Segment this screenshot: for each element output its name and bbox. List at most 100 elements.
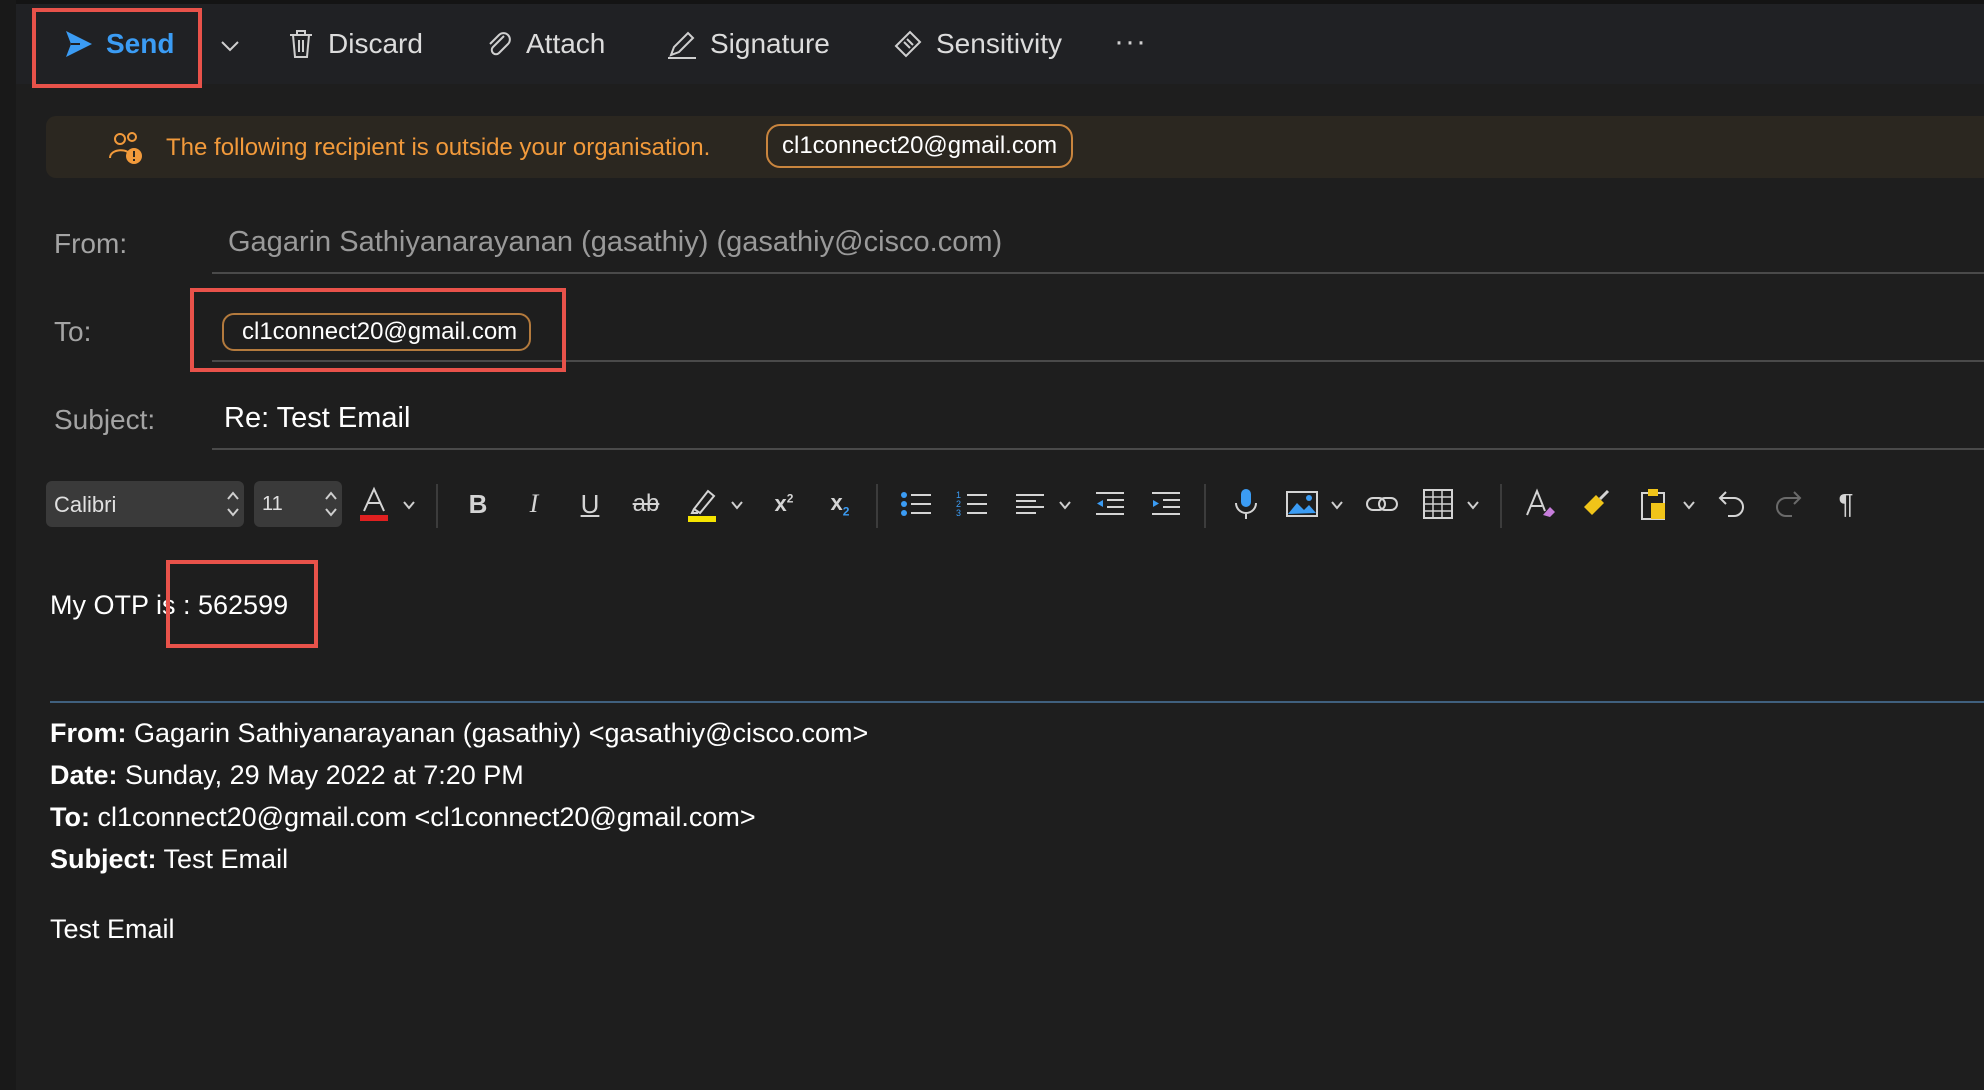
attach-button[interactable]: Attach bbox=[484, 16, 605, 72]
chevron-down-icon[interactable] bbox=[402, 498, 416, 512]
font-family-value: Calibri bbox=[54, 492, 117, 517]
italic-icon: I bbox=[529, 489, 539, 518]
external-recipient-banner: The following recipient is outside your … bbox=[46, 116, 1984, 178]
subject-field[interactable]: Re: Test Email bbox=[224, 402, 410, 435]
strikethrough-button[interactable]: ab bbox=[626, 484, 666, 524]
underline-icon: U bbox=[580, 488, 600, 519]
message-body-text[interactable]: My OTP is : 562599 bbox=[50, 590, 288, 621]
font-size-value: 11 bbox=[262, 493, 283, 515]
more-options-button[interactable]: ··· bbox=[1114, 14, 1147, 70]
dictate-button[interactable] bbox=[1226, 484, 1266, 524]
clipboard-icon bbox=[1641, 489, 1665, 520]
paintbrush-icon bbox=[1584, 489, 1610, 515]
left-gutter bbox=[0, 0, 16, 1090]
bullets-button[interactable] bbox=[896, 484, 936, 524]
toolbar-divider bbox=[1500, 484, 1502, 528]
send-label: Send bbox=[106, 28, 175, 59]
updown-chevron-icon bbox=[227, 491, 239, 517]
outdent-icon bbox=[1096, 492, 1124, 515]
quoted-to-line: To: cl1connect20@gmail.com <cl1connect20… bbox=[50, 802, 756, 833]
highlight-button[interactable] bbox=[682, 484, 722, 524]
from-label: From: bbox=[54, 228, 128, 259]
quoted-date-line: Date: Sunday, 29 May 2022 at 7:20 PM bbox=[50, 760, 524, 791]
chevron-down-icon[interactable] bbox=[730, 498, 744, 512]
quoted-from-label: From: bbox=[50, 718, 127, 748]
align-button[interactable] bbox=[1010, 484, 1050, 524]
discard-button[interactable]: Discard bbox=[286, 16, 423, 72]
chevron-down-icon[interactable] bbox=[1330, 498, 1344, 512]
send-button[interactable]: Send bbox=[64, 16, 174, 72]
indent-icon bbox=[1152, 492, 1180, 515]
clear-formatting-button[interactable] bbox=[1520, 484, 1560, 524]
sensitivity-tag-icon bbox=[894, 30, 922, 58]
link-icon bbox=[1366, 497, 1398, 511]
quoted-from-value: Gagarin Sathiyanarayanan (gasathiy) <gas… bbox=[126, 718, 869, 748]
send-icon bbox=[66, 31, 92, 57]
quoted-to-value: cl1connect20@gmail.com <cl1connect20@gma… bbox=[89, 802, 756, 832]
quoted-subject-label: Subject: bbox=[50, 844, 157, 874]
trash-icon bbox=[290, 30, 312, 58]
format-painter-button[interactable] bbox=[1576, 484, 1616, 524]
italic-button[interactable]: I bbox=[514, 484, 554, 524]
chevron-down-icon bbox=[221, 41, 239, 52]
font-family-select[interactable]: Calibri bbox=[46, 481, 244, 527]
font-color-icon bbox=[360, 486, 388, 521]
decrease-indent-button[interactable] bbox=[1090, 484, 1130, 524]
increase-indent-button[interactable] bbox=[1146, 484, 1186, 524]
subscript-button[interactable]: x2 bbox=[820, 484, 860, 524]
font-color-button[interactable] bbox=[354, 484, 394, 524]
quoted-subject-value: Test Email bbox=[156, 844, 289, 874]
insert-link-button[interactable] bbox=[1362, 484, 1402, 524]
toolbar-divider bbox=[436, 484, 438, 528]
underline-button[interactable]: U bbox=[570, 484, 610, 524]
superscript-button[interactable]: x2 bbox=[764, 484, 804, 524]
more-icon: ··· bbox=[1114, 25, 1147, 58]
paste-button[interactable] bbox=[1634, 484, 1674, 524]
clear-formatting-icon bbox=[1526, 488, 1555, 517]
external-people-warning-icon bbox=[108, 130, 144, 171]
from-underline bbox=[212, 272, 1984, 274]
pen-icon bbox=[668, 31, 696, 59]
sensitivity-button[interactable]: Sensitivity bbox=[892, 16, 1062, 72]
toolbar-divider bbox=[876, 484, 878, 528]
to-underline bbox=[212, 360, 1984, 362]
subject-underline bbox=[212, 448, 1984, 450]
banner-message: The following recipient is outside your … bbox=[166, 134, 711, 161]
highlighter-icon bbox=[688, 489, 716, 522]
picture-icon bbox=[1286, 491, 1318, 517]
table-icon bbox=[1423, 489, 1453, 519]
quoted-date-value: Sunday, 29 May 2022 at 7:20 PM bbox=[117, 760, 524, 790]
banner-recipient-chip[interactable]: cl1connect20@gmail.com bbox=[766, 124, 1074, 168]
bulleted-list-icon bbox=[901, 492, 931, 516]
pilcrow-icon: ¶ bbox=[1838, 488, 1854, 519]
align-left-icon bbox=[1016, 494, 1044, 514]
signature-button[interactable]: Signature bbox=[666, 16, 830, 72]
to-recipient-chip[interactable]: cl1connect20@gmail.com bbox=[222, 313, 532, 351]
insert-picture-button[interactable] bbox=[1282, 484, 1322, 524]
show-formatting-marks-button[interactable]: ¶ bbox=[1826, 484, 1866, 524]
chevron-down-icon[interactable] bbox=[1682, 498, 1696, 512]
redo-button[interactable] bbox=[1768, 484, 1808, 524]
quoted-from-line: From: Gagarin Sathiyanarayanan (gasathiy… bbox=[50, 718, 868, 749]
to-label: To: bbox=[54, 316, 92, 347]
numbering-button[interactable]: 123 bbox=[952, 484, 992, 524]
chevron-down-icon[interactable] bbox=[1058, 498, 1072, 512]
undo-button[interactable] bbox=[1712, 484, 1752, 524]
paperclip-icon bbox=[489, 32, 511, 56]
subscript-icon: x2 bbox=[830, 489, 850, 519]
chevron-down-icon[interactable] bbox=[1466, 498, 1480, 512]
from-field[interactable]: Gagarin Sathiyanarayanan (gasathiy) (gas… bbox=[228, 226, 1002, 259]
send-options-dropdown[interactable] bbox=[218, 18, 242, 74]
quoted-body-text: Test Email bbox=[50, 914, 175, 944]
redo-icon bbox=[1776, 491, 1802, 517]
discard-label: Discard bbox=[328, 28, 423, 59]
compose-toolbar: Send Discard Attach Signature Sensitivit… bbox=[16, 4, 1984, 84]
font-size-select[interactable]: 11 bbox=[254, 481, 342, 527]
signature-label: Signature bbox=[710, 28, 830, 59]
insert-table-button[interactable] bbox=[1418, 484, 1458, 524]
formatting-toolbar: Calibri 11 B I U ab x2 x2 123 ¶ bbox=[0, 476, 1984, 532]
toolbar-divider bbox=[1204, 484, 1206, 528]
bold-button[interactable]: B bbox=[458, 484, 498, 524]
quoted-date-label: Date: bbox=[50, 760, 118, 790]
attach-label: Attach bbox=[526, 28, 606, 59]
